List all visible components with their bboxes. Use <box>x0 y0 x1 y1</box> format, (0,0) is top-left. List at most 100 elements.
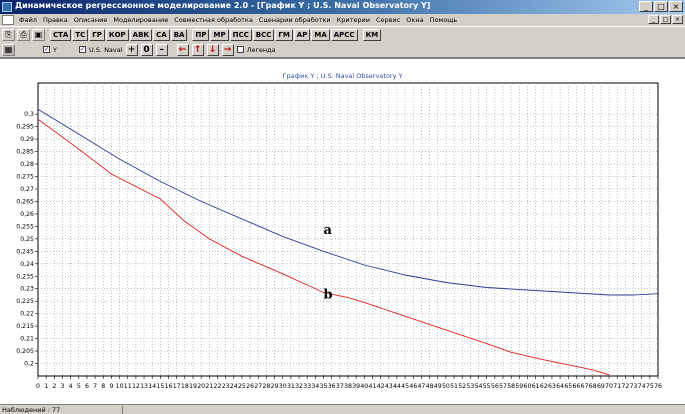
toolbar-button-ma[interactable]: МА <box>311 29 330 41</box>
check-icon: ✓ <box>43 46 50 53</box>
line-chart: 0 1 2 3 4 5 6 7 8 9 10 11 12 13 14 15 16 17 18 19 20 21 22 23 24… <box>16 82 662 390</box>
x-tick-label: 73 <box>630 383 638 390</box>
x-tick-label: 55 <box>483 383 491 390</box>
menu-edit[interactable]: Правка <box>40 16 71 24</box>
minimize-button[interactable]: _ <box>639 1 653 12</box>
x-tick-label: 66 <box>572 383 580 390</box>
menu-criteria[interactable]: Критерии <box>334 16 373 24</box>
arrow-up-icon[interactable]: ↑ <box>191 43 204 56</box>
y-tick-label: 0,3 <box>24 111 34 118</box>
print-icon[interactable]: ⎙ <box>17 29 30 41</box>
save-icon[interactable]: ▣ <box>32 29 45 41</box>
x-tick-label: 35 <box>320 383 328 390</box>
x-tick-label: 30 <box>279 383 287 390</box>
copy-icon[interactable]: ⎘ <box>2 29 15 41</box>
menu-help[interactable]: Помощь <box>427 16 461 24</box>
arrow-right-icon[interactable]: → <box>221 43 234 56</box>
toolbar-button-gm[interactable]: ГМ <box>275 29 293 41</box>
chart-settings-icon[interactable]: ▦ <box>2 43 15 56</box>
x-tick-label: 39 <box>352 383 360 390</box>
y-tick-label: 0,295 <box>16 124 34 131</box>
x-tick-label: 0 <box>36 383 40 390</box>
menu-scenarios[interactable]: Сценарии обработки <box>256 16 334 24</box>
zoom-out-button[interactable]: – <box>155 43 168 56</box>
x-tick-label: 3 <box>61 383 65 390</box>
toolbar-button-kor[interactable]: КОР <box>105 29 129 41</box>
close-button[interactable]: × <box>669 1 683 12</box>
x-tick-label: 31 <box>287 383 295 390</box>
x-tick-label: 46 <box>409 383 417 390</box>
toolbar-button-sta[interactable]: СТА <box>50 29 72 41</box>
x-tick-label: 33 <box>303 383 311 390</box>
x-tick-label: 74 <box>638 383 646 390</box>
series-naval-checkbox[interactable]: ✓ U.S. Naval <box>78 46 123 54</box>
menu-joint-processing[interactable]: Совместная обработка <box>171 16 256 24</box>
y-tick-label: 0,235 <box>16 273 34 280</box>
toolbar-button-pss[interactable]: ПСС <box>229 29 252 41</box>
mdi-close-button[interactable]: × <box>672 15 683 24</box>
y-tick-label: 0,245 <box>16 248 34 255</box>
y-tick-label: 0,2 <box>24 361 34 368</box>
series-y-label: Y <box>53 45 57 54</box>
toolbar-button-km[interactable]: КМ <box>362 29 382 41</box>
toolbar-button-va[interactable]: ВА <box>170 29 188 41</box>
x-tick-label: 32 <box>295 383 303 390</box>
x-tick-label: 42 <box>377 383 385 390</box>
y-tick-label: 0,205 <box>16 348 34 355</box>
y-tick-label: 0,285 <box>16 149 34 156</box>
title-bar: Динамическое регрессионное моделирование… <box>0 0 685 14</box>
y-tick-label: 0,255 <box>16 223 34 230</box>
x-tick-label: 68 <box>589 383 597 390</box>
y-tick-label: 0,225 <box>16 298 34 305</box>
x-tick-label: 23 <box>222 383 230 390</box>
mdi-restore-button[interactable]: □ <box>660 15 671 24</box>
toolbar-button-vss[interactable]: ВСС <box>252 29 275 41</box>
arrow-down-icon[interactable]: ↓ <box>206 43 219 56</box>
x-tick-label: 67 <box>581 383 589 390</box>
x-tick-label: 22 <box>214 383 222 390</box>
maximize-button[interactable]: □ <box>654 1 668 12</box>
mdi-minimize-button[interactable]: _ <box>648 15 659 24</box>
y-tick-label: 0,23 <box>20 286 34 293</box>
x-tick-label: 61 <box>532 383 540 390</box>
x-tick-label: 1 <box>44 383 48 390</box>
menu-modeling[interactable]: Моделирование <box>110 16 171 24</box>
status-observations: Наблюдений : 77 <box>2 406 61 414</box>
toolbar-button-sa[interactable]: СА <box>153 29 170 41</box>
x-tick-label: 7 <box>93 383 97 390</box>
series-y-checkbox[interactable]: ✓ Y <box>43 46 57 54</box>
main-toolbar: ⎘ ⎙ ▣ СТА ТС ГР КОР АВК СА ВА ПР МР ПСС … <box>0 26 685 43</box>
menu-service[interactable]: Сервис <box>373 16 403 24</box>
x-tick-label: 50 <box>442 383 450 390</box>
toolbar-button-mr[interactable]: МР <box>210 29 229 41</box>
menu-file[interactable]: Файл <box>16 16 40 24</box>
x-tick-label: 9 <box>109 383 113 390</box>
annotation-label: a <box>324 223 333 238</box>
x-tick-label: 26 <box>246 383 254 390</box>
toolbar-button-arss[interactable]: АРСС <box>330 29 358 41</box>
x-tick-label: 53 <box>466 383 474 390</box>
x-tick-label: 28 <box>262 383 270 390</box>
x-tick-label: 62 <box>540 383 548 390</box>
legend-checkbox-box <box>236 46 244 53</box>
menu-description[interactable]: Описание <box>71 16 111 24</box>
toolbar-button-pr[interactable]: ПР <box>192 29 210 41</box>
x-tick-label: 20 <box>197 383 205 390</box>
y-tick-label: 0,26 <box>20 211 34 218</box>
toolbar-button-gr[interactable]: ГР <box>89 29 105 41</box>
toolbar-button-ar[interactable]: АР <box>293 29 311 41</box>
x-tick-label: 69 <box>597 383 605 390</box>
reset-zoom-button[interactable]: 0 <box>140 43 153 56</box>
y-tick-label: 0,24 <box>20 261 34 268</box>
zoom-in-button[interactable]: + <box>125 43 138 56</box>
x-tick-label: 71 <box>613 383 621 390</box>
toolbar-button-avk[interactable]: АВК <box>129 29 153 41</box>
toolbar-button-ts[interactable]: ТС <box>72 29 89 41</box>
document-icon[interactable] <box>2 15 14 25</box>
x-tick-label: 12 <box>132 383 140 390</box>
x-tick-label: 24 <box>230 383 238 390</box>
legend-checkbox[interactable]: Легенда <box>236 46 276 54</box>
x-tick-label: 47 <box>417 383 425 390</box>
arrow-left-icon[interactable]: ← <box>176 43 189 56</box>
menu-windows[interactable]: Окна <box>403 16 426 24</box>
